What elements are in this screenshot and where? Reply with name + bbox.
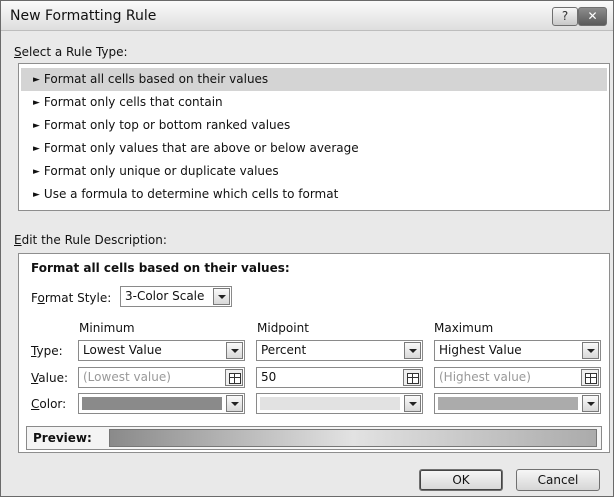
- cell-reference-icon[interactable]: [225, 369, 243, 386]
- preview-label: Preview:: [33, 431, 92, 445]
- minimum-column-header: Minimum: [79, 321, 135, 335]
- maximum-column-header: Maximum: [434, 321, 494, 335]
- rule-type-item[interactable]: ► Format only unique or duplicate values: [21, 160, 607, 183]
- minimum-color-select[interactable]: [78, 393, 245, 414]
- edit-rule-description-label: Edit the Rule Description:: [14, 233, 167, 247]
- color-scale-preview: [109, 429, 597, 447]
- arrow-right-icon: ►: [33, 144, 40, 154]
- cell-reference-icon[interactable]: [581, 369, 599, 386]
- rule-type-item[interactable]: ► Format only top or bottom ranked values: [21, 114, 607, 137]
- arrow-right-icon: ►: [33, 190, 40, 200]
- rule-description-heading: Format all cells based on their values:: [31, 261, 290, 275]
- chevron-down-icon[interactable]: [226, 395, 243, 412]
- rule-type-item[interactable]: ► Format only values that are above or be…: [21, 137, 607, 160]
- color-swatch: [260, 397, 400, 410]
- help-button[interactable]: ?: [552, 7, 578, 26]
- maximum-value-input[interactable]: (Highest value): [434, 367, 601, 388]
- chevron-down-icon[interactable]: [582, 342, 599, 359]
- color-swatch: [82, 397, 222, 410]
- value-row-label: Value:: [31, 371, 68, 385]
- dialog-title: New Formatting Rule: [10, 8, 157, 24]
- color-swatch: [438, 397, 578, 410]
- cell-reference-icon[interactable]: [403, 369, 421, 386]
- midpoint-type-select[interactable]: Percent: [256, 340, 423, 361]
- title-bar: New Formatting Rule ? ✕: [1, 1, 613, 31]
- midpoint-value-input[interactable]: 50: [256, 367, 423, 388]
- chevron-down-icon[interactable]: [404, 395, 421, 412]
- chevron-down-icon[interactable]: [404, 342, 421, 359]
- preview-panel: Preview:: [26, 426, 602, 450]
- rule-type-item[interactable]: ► Format only cells that contain: [21, 91, 607, 114]
- select-rule-type-label: Select a Rule Type:: [14, 45, 128, 59]
- chevron-down-icon[interactable]: [213, 288, 230, 305]
- arrow-right-icon: ►: [33, 121, 40, 131]
- ok-button[interactable]: OK: [419, 469, 503, 491]
- minimum-value-input[interactable]: (Lowest value): [78, 367, 245, 388]
- color-row-label: Color:: [31, 397, 67, 411]
- arrow-right-icon: ►: [33, 167, 40, 177]
- midpoint-column-header: Midpoint: [257, 321, 309, 335]
- format-style-label: Format Style:: [31, 291, 112, 305]
- arrow-right-icon: ►: [33, 98, 40, 108]
- cancel-button[interactable]: Cancel: [516, 469, 600, 491]
- rule-description-panel: Format all cells based on their values: …: [18, 253, 610, 453]
- minimum-type-select[interactable]: Lowest Value: [78, 340, 245, 361]
- close-icon: ✕: [587, 9, 598, 23]
- type-row-label: Type:: [31, 344, 63, 358]
- chevron-down-icon[interactable]: [226, 342, 243, 359]
- rule-type-item[interactable]: ► Use a formula to determine which cells …: [21, 183, 607, 206]
- new-formatting-rule-dialog: New Formatting Rule ? ✕ Select a Rule Ty…: [0, 0, 614, 497]
- rule-type-list[interactable]: ► Format all cells based on their values …: [18, 63, 610, 211]
- close-button[interactable]: ✕: [578, 7, 607, 26]
- midpoint-color-select[interactable]: [256, 393, 423, 414]
- rule-type-item[interactable]: ► Format all cells based on their values: [21, 68, 607, 91]
- arrow-right-icon: ►: [33, 75, 40, 85]
- maximum-type-select[interactable]: Highest Value: [434, 340, 601, 361]
- format-style-select[interactable]: 3-Color Scale: [120, 286, 232, 307]
- help-icon: ?: [561, 9, 569, 23]
- chevron-down-icon[interactable]: [582, 395, 599, 412]
- maximum-color-select[interactable]: [434, 393, 601, 414]
